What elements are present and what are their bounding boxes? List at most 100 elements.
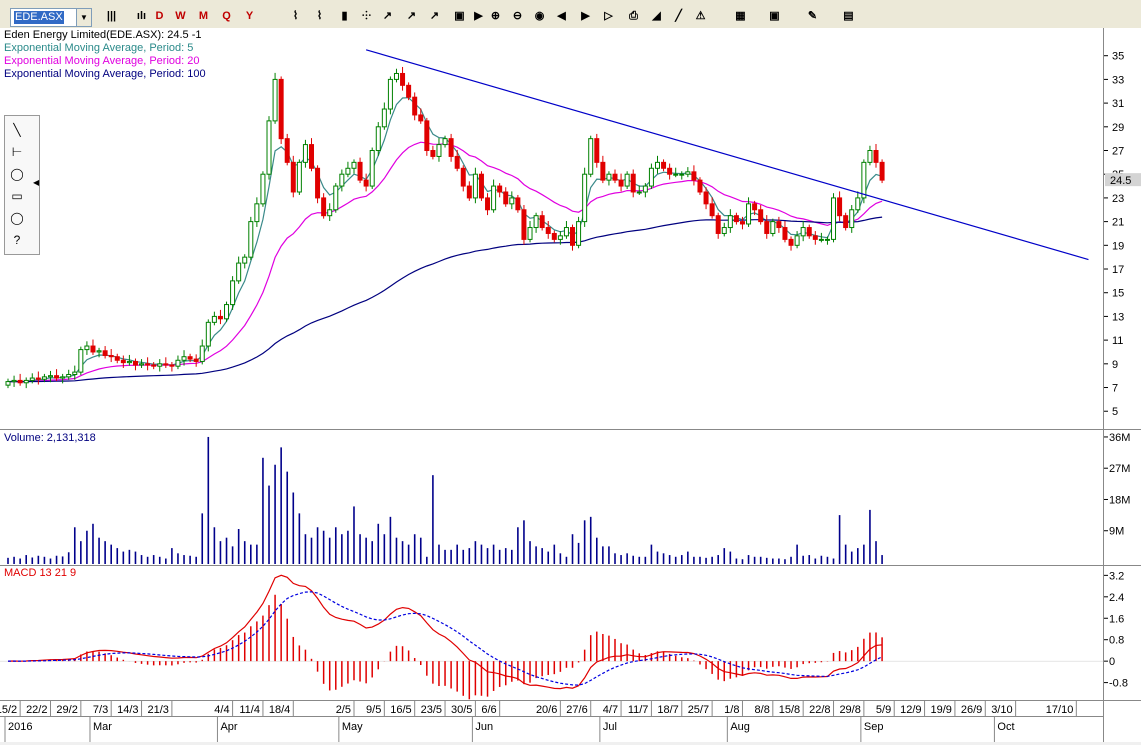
candle-body <box>315 167 321 199</box>
scroll-end-icon[interactable]: ▷ <box>600 8 617 25</box>
volume-icon[interactable]: ◢ <box>648 8 665 25</box>
symbol-dropdown[interactable]: EDE.ASX ▼ <box>10 8 92 27</box>
candle-body <box>570 227 576 246</box>
candle-body <box>211 315 217 323</box>
candle-body <box>296 161 302 193</box>
bar-chart-icon[interactable]: ||| <box>103 8 120 25</box>
price-tick-label: 35 <box>1112 51 1124 63</box>
candle-body <box>169 364 175 367</box>
candle-body <box>54 375 60 379</box>
candle-body <box>594 138 600 163</box>
chart-type-2-icon[interactable]: ⌇ <box>311 8 328 25</box>
candle-body <box>339 173 345 187</box>
date-tick-label: 14/3 <box>117 704 138 716</box>
indicator-4-icon[interactable]: ↗ <box>426 8 443 25</box>
scale-canvas: 5791113151719212325272931333524.536M27M1… <box>1104 51 1141 690</box>
date-tick-label: 18/7 <box>657 704 678 716</box>
alert-icon[interactable]: ⚠ <box>692 8 709 25</box>
candle-body <box>430 150 436 157</box>
indicator-2-icon[interactable]: ↗ <box>379 8 396 25</box>
candle-body <box>545 227 551 234</box>
macd-tick-label: 0 <box>1109 656 1115 668</box>
candle-body <box>642 185 648 193</box>
candle-body <box>393 72 399 80</box>
date-tick-label: 16/5 <box>390 704 411 716</box>
volume-tick-label: 36M <box>1109 432 1130 444</box>
chart-canvas[interactable] <box>0 28 1103 700</box>
monthly-button[interactable]: M <box>195 8 212 25</box>
candle-body <box>843 215 849 229</box>
candle-body <box>503 191 509 205</box>
candle-body <box>151 364 157 367</box>
price-tick-label: 5 <box>1112 406 1118 418</box>
yearly-button[interactable]: Y <box>241 8 258 25</box>
ellipse-tool-icon[interactable]: ◯ <box>5 164 29 184</box>
month-label: 2016 <box>8 721 32 733</box>
candle-body <box>302 144 308 163</box>
tools-menu-icon[interactable]: ✎ <box>804 8 821 25</box>
candle-body <box>685 171 691 175</box>
daily-button[interactable]: D <box>151 8 168 25</box>
layout-icon[interactable]: ▤ <box>840 8 857 25</box>
weekly-button[interactable]: W <box>172 8 189 25</box>
candle-body <box>120 359 126 364</box>
candle-body <box>266 120 272 175</box>
play-icon[interactable]: ▶ <box>470 8 487 25</box>
chart-area[interactable] <box>0 28 1103 700</box>
candle-body <box>108 355 114 358</box>
indicator-3-icon[interactable]: ↗ <box>403 8 420 25</box>
date-tick-label: 4/4 <box>214 704 229 716</box>
date-tick-label: 23/5 <box>421 704 442 716</box>
date-tick-label: 12/9 <box>900 704 921 716</box>
macd-tick-label: 1.6 <box>1109 613 1124 625</box>
month-label: Jun <box>475 721 493 733</box>
month-label: Aug <box>730 721 750 733</box>
candle-body <box>418 114 424 122</box>
zoom-in-icon[interactable]: ⊕ <box>487 8 504 25</box>
candle-body <box>242 256 248 264</box>
candle-body <box>11 379 17 383</box>
line-tool-icon[interactable]: ╱ <box>670 8 687 25</box>
date-tick-label: 3/10 <box>991 704 1012 716</box>
draw-line-tool-icon[interactable]: ╲ <box>5 120 29 140</box>
date-tick-label: 22/8 <box>809 704 830 716</box>
candle-body <box>824 238 830 241</box>
candle-body <box>867 150 873 163</box>
candle-body <box>606 173 612 181</box>
help-tool-icon[interactable]: ? <box>5 230 29 250</box>
quarterly-button[interactable]: Q <box>218 8 235 25</box>
candle-body <box>818 238 824 241</box>
candle-body <box>126 360 132 364</box>
candle-body <box>806 227 812 237</box>
scroll-right-icon[interactable]: ▶ <box>577 8 594 25</box>
horizontal-line-tool-icon[interactable]: ⊢ <box>5 142 29 162</box>
rectangle-tool-icon[interactable]: ▭ <box>5 186 29 206</box>
price-tick-label: 27 <box>1112 146 1124 158</box>
grid-icon[interactable]: ▦ <box>732 8 749 25</box>
macd-tick-label: 3.2 <box>1109 570 1124 582</box>
candle-body <box>145 363 151 366</box>
save-icon[interactable]: ▣ <box>451 8 468 25</box>
zoom-out-icon[interactable]: ⊖ <box>509 8 526 25</box>
candle-body <box>746 203 752 225</box>
ohlc-icon[interactable]: ılı <box>133 8 150 25</box>
chevron-down-icon[interactable]: ▼ <box>76 9 91 26</box>
indicator-1-icon[interactable]: ⸭ <box>358 8 375 25</box>
chart-type-1-icon[interactable]: ⌇ <box>287 8 304 25</box>
scroll-left-icon[interactable]: ◀ <box>553 8 570 25</box>
candle-body <box>612 173 618 181</box>
candle-body <box>163 363 169 366</box>
candle-body <box>618 179 624 187</box>
print-icon[interactable]: ⎙ <box>625 8 642 25</box>
price-scale: 5791113151719212325272931333524.536M27M1… <box>1103 28 1141 700</box>
date-tick-label: 11/7 <box>628 704 649 716</box>
scroll-start-icon[interactable]: ◉ <box>531 8 548 25</box>
date-tick-label: 29/8 <box>839 704 860 716</box>
candle-body <box>193 358 199 362</box>
candlestick-icon[interactable]: ▮ <box>336 8 353 25</box>
indicator-menu-icon[interactable]: ▣ <box>766 8 783 25</box>
price-tick-label: 19 <box>1112 240 1124 252</box>
palette-expand-icon[interactable]: ◀ <box>33 178 39 187</box>
circle-tool-icon[interactable]: ◯ <box>5 208 29 228</box>
trendline <box>365 49 1089 261</box>
